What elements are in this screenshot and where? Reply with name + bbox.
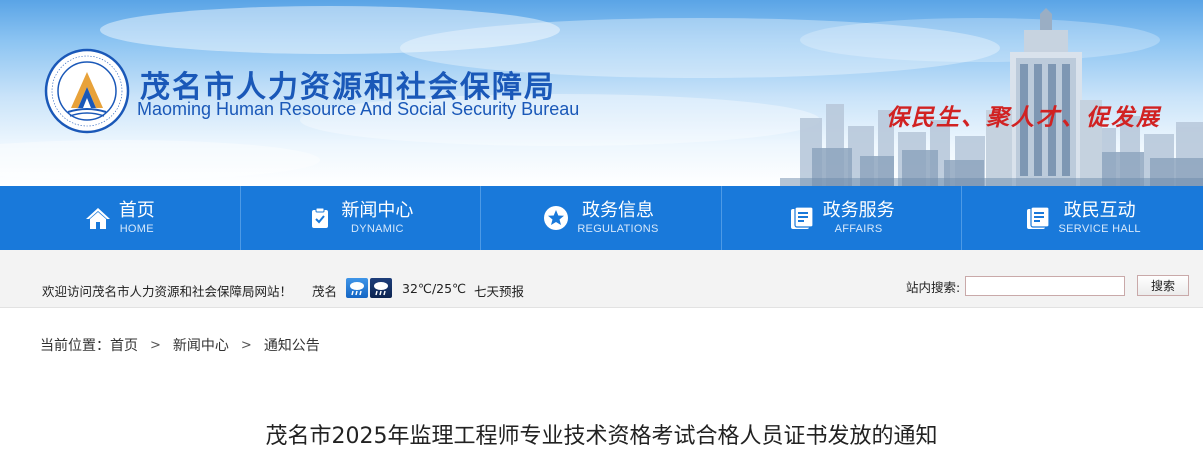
nav-sublabel: AFFAIRS [834, 223, 883, 235]
nav-sublabel: DYNAMIC [350, 223, 404, 235]
search-button[interactable]: 搜索 [1137, 275, 1189, 296]
document-icon [789, 205, 815, 231]
breadcrumb-item-notices[interactable]: 通知公告 [264, 335, 320, 355]
nav-label: 政务服务 [822, 200, 895, 221]
temperature: 32℃/25℃ [402, 281, 467, 296]
weather-city: 茂名 [312, 284, 338, 299]
article-title: 茂名市2025年监理工程师专业技术资格考试合格人员证书发放的通知 [265, 424, 938, 449]
breadcrumb-label: 当前位置： [40, 338, 110, 354]
nav-item-home[interactable]: 首页 HOME [0, 186, 241, 250]
nav-label: 新闻中心 [341, 200, 414, 221]
star-circle-icon [543, 205, 569, 231]
nav-label: 首页 [118, 200, 155, 221]
nav-item-service-hall[interactable]: 政民互动 SERVICE HALL [962, 186, 1203, 250]
search-input[interactable] [965, 276, 1125, 296]
breadcrumb-item-home[interactable]: 首页 [110, 335, 138, 355]
breadcrumb-item-news[interactable]: 新闻中心 [173, 335, 229, 355]
chevron-right-icon: > [240, 337, 252, 353]
search-label: 站内搜索: [906, 280, 961, 295]
slogan: 保民生、聚人才、促发展 [886, 104, 1161, 131]
nav-item-affairs[interactable]: 政务服务 AFFAIRS [722, 186, 963, 250]
bureau-seal-logo [44, 48, 130, 134]
nav-sublabel: HOME [119, 223, 154, 235]
nav-label: 政民互动 [1063, 200, 1136, 221]
welcome-text: 欢迎访问茂名市人力资源和社会保障局网站！ [42, 284, 293, 299]
header-banner: 茂名市人力资源和社会保障局 Maoming Human Resource And… [0, 0, 1203, 186]
nav-label: 政务信息 [581, 200, 654, 221]
nav-item-regulations[interactable]: 政务信息 REGULATIONS [481, 186, 722, 250]
main-nav: 首页 HOME 新闻中心 DYNAMIC 政务信息 REGULATIONS 政务… [0, 186, 1203, 250]
home-icon [85, 205, 111, 231]
rain-day-icon [346, 278, 368, 298]
breadcrumb: 当前位置： 首页 > 新闻中心 > 通知公告 [40, 335, 320, 355]
rain-night-icon [370, 278, 392, 298]
clipboard-check-icon [307, 205, 333, 231]
document-icon [1025, 205, 1051, 231]
site-title-english: Maoming Human Resource And Social Securi… [137, 99, 580, 119]
nav-sublabel: REGULATIONS [577, 223, 659, 235]
info-bar: 欢迎访问茂名市人力资源和社会保障局网站！ 茂名 32℃/25℃ 七天预报 站内搜… [0, 250, 1203, 308]
nav-item-news[interactable]: 新闻中心 DYNAMIC [241, 186, 482, 250]
nav-sublabel: SERVICE HALL [1058, 223, 1141, 235]
chevron-right-icon: > [150, 337, 161, 353]
seven-day-forecast-link[interactable]: 七天预报 [474, 281, 524, 300]
